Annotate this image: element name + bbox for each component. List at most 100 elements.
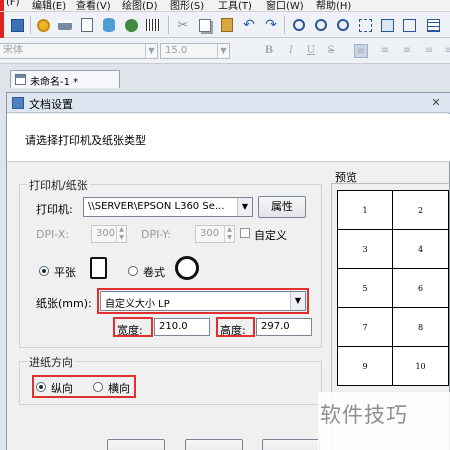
zoom-out-icon[interactable] bbox=[312, 16, 330, 34]
preview-cell: 1 bbox=[336, 190, 394, 230]
menu-draw[interactable]: 绘图(D) bbox=[122, 0, 158, 11]
menu-view[interactable]: 查看(V) bbox=[76, 0, 111, 11]
menu-tools[interactable]: 工具(T) bbox=[218, 0, 252, 11]
width-highlight-box bbox=[113, 317, 153, 337]
preview-cell: 7 bbox=[336, 307, 394, 347]
selection-edge bbox=[0, 0, 4, 11]
data-source-icon[interactable] bbox=[122, 16, 140, 34]
print-icon[interactable] bbox=[56, 16, 74, 34]
zoom-in-icon[interactable] bbox=[290, 16, 308, 34]
document-tab[interactable]: 未命名-1 * bbox=[10, 70, 120, 88]
page-setup-icon[interactable] bbox=[78, 16, 96, 34]
next-button[interactable] bbox=[185, 439, 243, 450]
dpi-y-field[interactable]: 300 ▲ ▼ bbox=[195, 225, 235, 243]
chevron-down-icon: ▼ bbox=[217, 44, 229, 58]
paper-label: 纸张(mm): bbox=[36, 297, 92, 310]
height-highlight-box bbox=[216, 317, 255, 337]
chevron-down-icon: ▼ bbox=[237, 198, 252, 216]
dialog-title: 文档设置 bbox=[29, 98, 73, 111]
save-icon[interactable] bbox=[8, 16, 26, 34]
italic-button[interactable]: I bbox=[284, 44, 298, 58]
menu-shape[interactable]: 图形(S) bbox=[170, 0, 204, 11]
strikethrough-button[interactable]: S bbox=[324, 44, 338, 58]
align-right-icon[interactable]: ≡ bbox=[400, 44, 414, 58]
height-field[interactable]: 297.0 bbox=[256, 318, 312, 336]
app-icon bbox=[12, 97, 24, 109]
preview-cell: 9 bbox=[336, 346, 394, 386]
menu-help[interactable]: 帮助(H) bbox=[316, 0, 351, 11]
zoom-fit-icon[interactable] bbox=[334, 16, 352, 34]
copy-icon[interactable] bbox=[196, 16, 214, 34]
prev-button[interactable] bbox=[107, 439, 165, 450]
cut-icon[interactable]: ✂ bbox=[174, 16, 192, 34]
undo-icon[interactable]: ↶ bbox=[240, 16, 258, 34]
preview-cell: 3 bbox=[336, 229, 394, 269]
redo-icon[interactable]: ↷ bbox=[262, 16, 280, 34]
close-icon[interactable]: ✕ bbox=[428, 96, 444, 110]
menu-bar: (F) 编辑(E) 查看(V) 绘图(D) 图形(S) 工具(T) 窗口(W) … bbox=[0, 0, 450, 12]
chevron-down-icon: ▼ bbox=[145, 44, 157, 58]
dpi-y-value: 300 bbox=[200, 228, 220, 239]
preview-cell: 10 bbox=[392, 346, 449, 386]
preview-cell: 5 bbox=[336, 268, 394, 308]
selection-edge bbox=[0, 12, 4, 38]
sheet-radio[interactable] bbox=[39, 266, 49, 276]
printer-select[interactable]: \\SERVER\EPSON L360 Se... ▼ bbox=[83, 197, 253, 217]
dialog-header: 请选择打印机及纸张类型 bbox=[7, 114, 450, 162]
full-screen-icon[interactable] bbox=[400, 16, 418, 34]
properties-button[interactable]: 属性 bbox=[258, 196, 306, 218]
preview-cell: 2 bbox=[392, 190, 449, 230]
printer-label: 打印机: bbox=[36, 203, 73, 216]
dialog-titlebar[interactable]: 文档设置 ✕ bbox=[7, 93, 450, 113]
bold-button[interactable]: B bbox=[262, 44, 276, 58]
database-icon[interactable] bbox=[100, 16, 118, 34]
dpi-x-field[interactable]: 300 ▲ ▼ bbox=[91, 225, 127, 243]
height-value: 297.0 bbox=[261, 321, 290, 332]
menu-edit[interactable]: 编辑(E) bbox=[32, 0, 66, 11]
font-name-select[interactable]: 宋体 ▼ bbox=[0, 43, 158, 59]
spinner-arrows-icon: ▲ ▼ bbox=[224, 226, 234, 242]
roll-radio[interactable] bbox=[128, 266, 138, 276]
document-tab-title: 未命名-1 * bbox=[30, 77, 79, 88]
font-name-value: 宋体 bbox=[3, 45, 23, 56]
underline-button[interactable]: U bbox=[304, 44, 318, 58]
toolbar-separator bbox=[284, 16, 285, 34]
align-center-icon[interactable]: ≡ bbox=[378, 44, 392, 58]
barcode-icon[interactable] bbox=[144, 16, 162, 34]
dialog-prompt: 请选择打印机及纸张类型 bbox=[25, 134, 146, 147]
font-size-select[interactable]: 15.0 ▼ bbox=[160, 43, 230, 59]
custom-dpi-label: 自定义 bbox=[254, 229, 287, 242]
grid-icon[interactable] bbox=[424, 16, 442, 34]
format-toolbar: 宋体 ▼ 15.0 ▼ B I U S ≡ ≡ ≡ ≡ ≡ bbox=[0, 38, 450, 64]
dpi-x-label: DPI-X: bbox=[36, 228, 70, 241]
roll-label: 卷式 bbox=[143, 266, 165, 279]
printer-paper-group-title: 打印机/纸张 bbox=[27, 177, 90, 193]
align-more-icon[interactable]: ≡ bbox=[442, 44, 450, 58]
actual-size-icon[interactable] bbox=[378, 16, 396, 34]
main-toolbar: ✂ ↶ ↷ bbox=[0, 12, 450, 38]
width-field[interactable]: 210.0 bbox=[154, 318, 210, 336]
dpi-y-label: DPI-Y: bbox=[141, 228, 171, 241]
printer-value: \\SERVER\EPSON L360 Se... bbox=[88, 201, 225, 212]
justify-icon[interactable]: ≡ bbox=[422, 44, 436, 58]
finish-button[interactable] bbox=[262, 439, 320, 450]
align-left-icon[interactable]: ≡ bbox=[354, 44, 368, 58]
fit-page-icon[interactable] bbox=[356, 16, 374, 34]
watermark: 软件技巧 bbox=[318, 392, 450, 450]
document-icon bbox=[15, 74, 26, 85]
preview-cell: 6 bbox=[392, 268, 449, 308]
spinner-arrows-icon: ▲ ▼ bbox=[116, 226, 126, 242]
custom-dpi-checkbox[interactable] bbox=[240, 228, 250, 238]
menu-file[interactable]: (F) bbox=[6, 0, 20, 8]
width-value: 210.0 bbox=[159, 321, 188, 332]
roll-paper-icon bbox=[175, 256, 199, 280]
preview-label-grid: 1 2 3 4 5 6 7 8 9 10 bbox=[336, 190, 449, 386]
paper-highlight-box bbox=[97, 288, 309, 314]
menu-window[interactable]: 窗口(W) bbox=[266, 0, 304, 11]
paste-icon[interactable] bbox=[218, 16, 236, 34]
feed-direction-group-title: 进纸方向 bbox=[27, 354, 75, 370]
toolbar-separator bbox=[168, 16, 169, 34]
sheet-label: 平张 bbox=[54, 266, 76, 279]
feed-direction-highlight-box bbox=[32, 375, 136, 398]
settings-icon[interactable] bbox=[34, 16, 52, 34]
